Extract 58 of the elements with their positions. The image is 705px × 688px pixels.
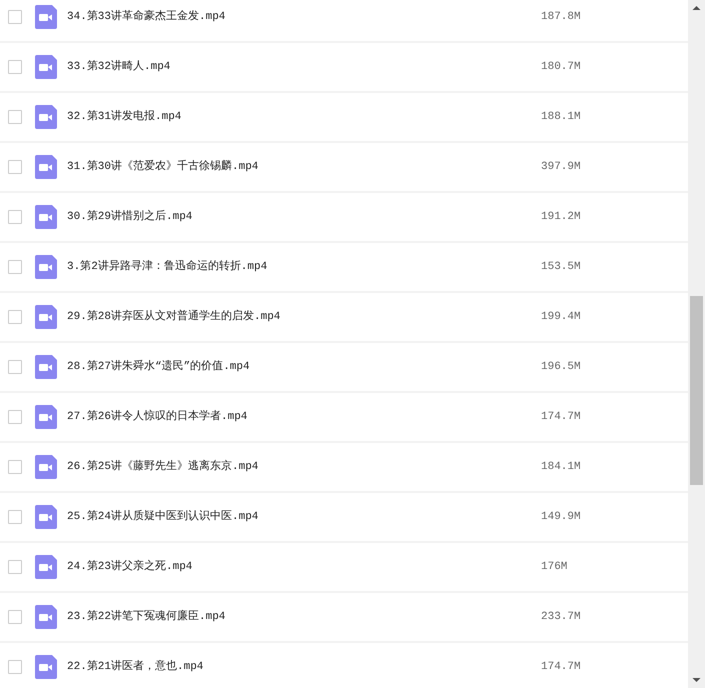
file-name[interactable]: 31.第30讲《范爱农》千古徐锡麟.mp4 <box>67 158 541 176</box>
video-file-icon <box>35 305 57 329</box>
file-size: 180.7M <box>541 60 581 75</box>
checkbox[interactable] <box>8 660 22 674</box>
video-file-icon <box>35 255 57 279</box>
file-size: 153.5M <box>541 260 581 275</box>
checkbox[interactable] <box>8 160 22 174</box>
checkbox[interactable] <box>8 610 22 624</box>
video-file-icon <box>35 355 57 379</box>
checkbox[interactable] <box>8 560 22 574</box>
file-size: 233.7M <box>541 610 581 625</box>
video-file-icon <box>35 55 57 79</box>
file-name[interactable]: 24.第23讲父亲之死.mp4 <box>67 558 541 576</box>
video-file-icon <box>35 605 57 629</box>
file-size: 188.1M <box>541 110 581 125</box>
file-name[interactable]: 34.第33讲革命豪杰王金发.mp4 <box>67 8 541 26</box>
file-size: 191.2M <box>541 210 581 225</box>
file-name[interactable]: 25.第24讲从质疑中医到认识中医.mp4 <box>67 508 541 526</box>
checkbox[interactable] <box>8 260 22 274</box>
file-size: 176M <box>541 560 568 575</box>
file-name[interactable]: 3.第2讲异路寻津：鲁迅命运的转折.mp4 <box>67 258 541 276</box>
file-name[interactable]: 26.第25讲《藤野先生》逃离东京.mp4 <box>67 458 541 476</box>
file-size: 397.9M <box>541 160 581 175</box>
video-file-icon <box>35 5 57 29</box>
checkbox[interactable] <box>8 60 22 74</box>
file-size: 184.1M <box>541 460 581 475</box>
file-name[interactable]: 28.第27讲朱舜水“遗民”的价值.mp4 <box>67 358 541 376</box>
checkbox[interactable] <box>8 210 22 224</box>
file-name[interactable]: 33.第32讲畸人.mp4 <box>67 58 541 76</box>
checkbox[interactable] <box>8 360 22 374</box>
video-file-icon <box>35 655 57 679</box>
video-file-icon <box>35 555 57 579</box>
file-name[interactable]: 22.第21讲医者，意也.mp4 <box>67 658 541 676</box>
file-size: 199.4M <box>541 310 581 325</box>
scrollbar-thumb[interactable] <box>690 296 703 485</box>
file-size: 174.7M <box>541 660 581 675</box>
file-name[interactable]: 23.第22讲笔下冤魂何廉臣.mp4 <box>67 608 541 626</box>
checkbox[interactable] <box>8 460 22 474</box>
video-file-icon <box>35 505 57 529</box>
file-name[interactable]: 30.第29讲惜别之后.mp4 <box>67 208 541 226</box>
file-size: 196.5M <box>541 360 581 375</box>
video-file-icon <box>35 405 57 429</box>
video-file-icon <box>35 155 57 179</box>
file-size: 149.9M <box>541 510 581 525</box>
checkbox[interactable] <box>8 510 22 524</box>
file-name[interactable]: 29.第28讲弃医从文对普通学生的启发.mp4 <box>67 308 541 326</box>
video-file-icon <box>35 455 57 479</box>
file-size: 187.8M <box>541 10 581 25</box>
file-name[interactable]: 32.第31讲发电报.mp4 <box>67 108 541 126</box>
file-size: 174.7M <box>541 410 581 425</box>
file-name[interactable]: 27.第26讲令人惊叹的日本学者.mp4 <box>67 408 541 426</box>
checkbox[interactable] <box>8 10 22 24</box>
checkbox[interactable] <box>8 410 22 424</box>
video-file-icon <box>35 205 57 229</box>
checkbox[interactable] <box>8 110 22 124</box>
scrollbar[interactable] <box>688 0 705 688</box>
video-file-icon <box>35 105 57 129</box>
checkbox[interactable] <box>8 310 22 324</box>
